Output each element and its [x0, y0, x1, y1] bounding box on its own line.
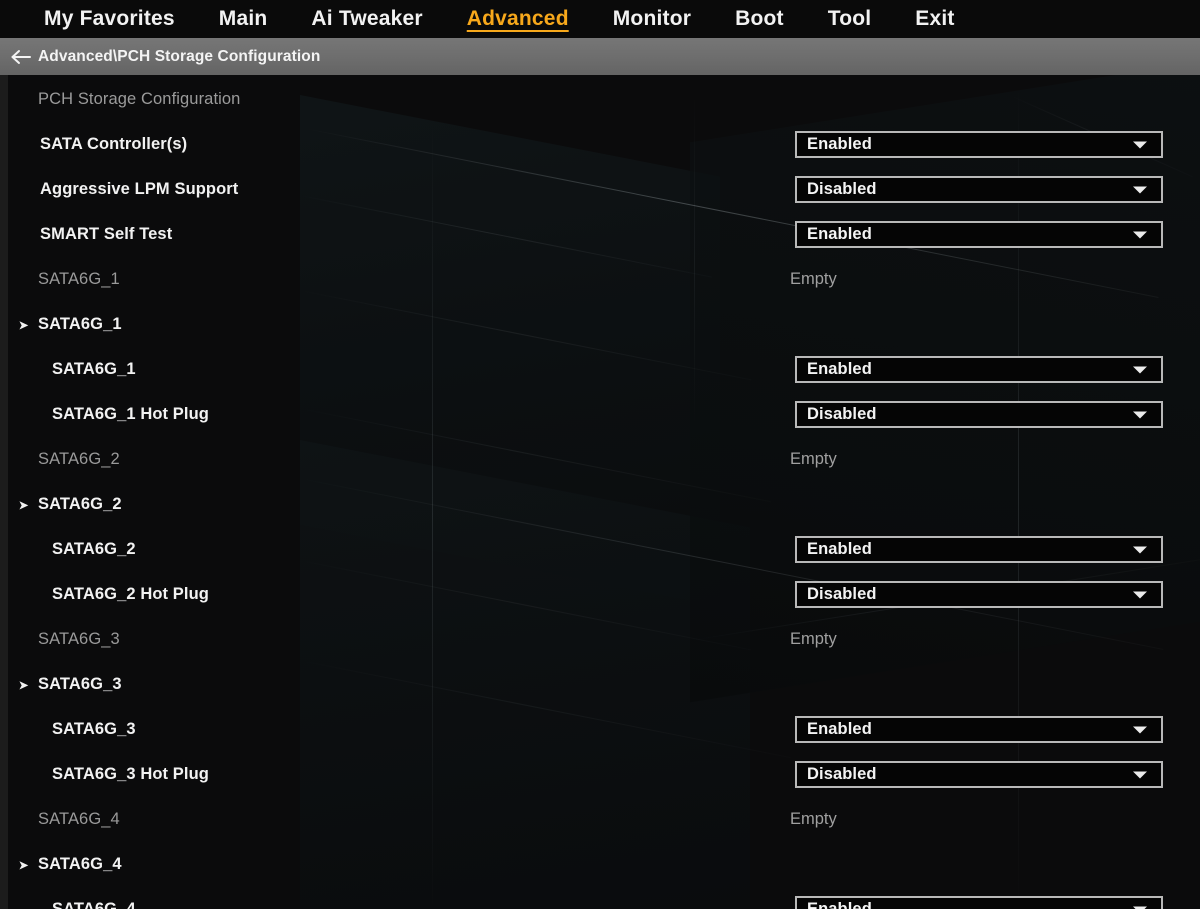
back-arrow-icon[interactable]: [4, 38, 38, 75]
setting-label: SATA6G_3: [38, 630, 120, 648]
setting-label: SATA6G_1: [38, 270, 120, 288]
setting-label: SATA6G_4: [38, 810, 120, 828]
setting-dropdown[interactable]: Enabled: [795, 716, 1163, 743]
chevron-down-icon: [1133, 771, 1147, 778]
setting-label: Aggressive LPM Support: [40, 180, 239, 198]
settings-row[interactable]: ➤ SATA6G_4: [0, 842, 1200, 887]
setting-label: SATA Controller(s): [40, 135, 188, 153]
breadcrumb: Advanced\PCH Storage Configuration: [0, 38, 1200, 75]
setting-dropdown[interactable]: Disabled: [795, 401, 1163, 428]
setting-dropdown[interactable]: Enabled: [795, 221, 1163, 248]
nav-tab-advanced[interactable]: Advanced: [445, 0, 591, 38]
settings-row[interactable]: SATA6G_1 Enabled: [0, 347, 1200, 392]
settings-row: SATA6G_1 Empty: [0, 257, 1200, 302]
settings-row[interactable]: SATA6G_2 Enabled: [0, 527, 1200, 572]
settings-row[interactable]: SATA Controller(s) Enabled: [0, 122, 1200, 167]
setting-dropdown[interactable]: Enabled: [795, 356, 1163, 383]
setting-dropdown[interactable]: Disabled: [795, 761, 1163, 788]
settings-row[interactable]: SATA6G_3 Enabled: [0, 707, 1200, 752]
chevron-down-icon: [1133, 231, 1147, 238]
setting-label: SATA6G_3: [52, 720, 136, 738]
dropdown-value: Disabled: [807, 765, 877, 783]
setting-dropdown[interactable]: Disabled: [795, 581, 1163, 608]
chevron-down-icon: [1133, 546, 1147, 553]
nav-tab-tool[interactable]: Tool: [806, 0, 894, 38]
settings-row: SATA6G_2 Empty: [0, 437, 1200, 482]
dropdown-value: Enabled: [807, 540, 872, 558]
setting-value-text: Empty: [790, 450, 837, 468]
setting-label: SATA6G_2: [38, 495, 122, 513]
chevron-down-icon: [1133, 366, 1147, 373]
setting-label: SATA6G_1: [52, 360, 136, 378]
setting-label: SATA6G_1 Hot Plug: [52, 405, 209, 423]
settings-row[interactable]: ➤ SATA6G_3: [0, 662, 1200, 707]
settings-row[interactable]: Aggressive LPM Support Disabled: [0, 167, 1200, 212]
submenu-arrow-icon: ➤: [18, 857, 29, 872]
nav-tab-exit[interactable]: Exit: [893, 0, 976, 38]
settings-row[interactable]: SATA6G_2 Hot Plug Disabled: [0, 572, 1200, 617]
settings-row[interactable]: SATA6G_3 Hot Plug Disabled: [0, 752, 1200, 797]
nav-tab-ai-tweaker[interactable]: Ai Tweaker: [289, 0, 444, 38]
nav-tab-my-favorites[interactable]: My Favorites: [22, 0, 197, 38]
dropdown-value: Enabled: [807, 225, 872, 243]
chevron-down-icon: [1133, 726, 1147, 733]
setting-label: SATA6G_2: [52, 540, 136, 558]
breadcrumb-path: Advanced\PCH Storage Configuration: [38, 47, 321, 65]
setting-value-text: Empty: [790, 630, 837, 648]
settings-row[interactable]: SMART Self Test Enabled: [0, 212, 1200, 257]
dropdown-value: Enabled: [807, 135, 872, 153]
chevron-down-icon: [1133, 141, 1147, 148]
setting-label: SATA6G_4: [52, 900, 136, 909]
submenu-arrow-icon: ➤: [18, 317, 29, 332]
setting-label: SATA6G_4: [38, 855, 122, 873]
settings-list: PCH Storage Configuration SATA Controller…: [0, 75, 1200, 909]
nav-tab-main[interactable]: Main: [197, 0, 290, 38]
setting-label: SATA6G_2: [38, 450, 120, 468]
main-nav-tabs: My Favorites Main Ai Tweaker Advanced Monito…: [0, 0, 1200, 38]
setting-value-text: Empty: [790, 270, 837, 288]
setting-label: SMART Self Test: [40, 225, 173, 243]
dropdown-value: Enabled: [807, 360, 872, 378]
setting-label: SATA6G_3 Hot Plug: [52, 765, 209, 783]
dropdown-value: Enabled: [807, 900, 872, 909]
setting-label: SATA6G_1: [38, 315, 122, 333]
chevron-down-icon: [1133, 411, 1147, 418]
chevron-down-icon: [1133, 591, 1147, 598]
settings-row: SATA6G_3 Empty: [0, 617, 1200, 662]
dropdown-value: Disabled: [807, 585, 877, 603]
settings-row[interactable]: ➤ SATA6G_1: [0, 302, 1200, 347]
setting-label: SATA6G_2 Hot Plug: [52, 585, 209, 603]
settings-row[interactable]: SATA6G_1 Hot Plug Disabled: [0, 392, 1200, 437]
settings-row[interactable]: ➤ SATA6G_2: [0, 482, 1200, 527]
chevron-down-icon: [1133, 186, 1147, 193]
setting-value-text: Empty: [790, 810, 837, 828]
bios-screen: My Favorites Main Ai Tweaker Advanced Monito…: [0, 0, 1200, 909]
nav-tab-boot[interactable]: Boot: [713, 0, 806, 38]
dropdown-value: Disabled: [807, 180, 877, 198]
settings-row[interactable]: SATA6G_4 Enabled: [0, 887, 1200, 909]
setting-dropdown[interactable]: Enabled: [795, 536, 1163, 563]
settings-row: PCH Storage Configuration: [0, 77, 1200, 122]
dropdown-value: Disabled: [807, 405, 877, 423]
setting-label: PCH Storage Configuration: [38, 90, 241, 108]
submenu-arrow-icon: ➤: [18, 497, 29, 512]
dropdown-value: Enabled: [807, 720, 872, 738]
submenu-arrow-icon: ➤: [18, 677, 29, 692]
settings-row: SATA6G_4 Empty: [0, 797, 1200, 842]
nav-tab-monitor[interactable]: Monitor: [591, 0, 713, 38]
setting-label: SATA6G_3: [38, 675, 122, 693]
setting-dropdown[interactable]: Enabled: [795, 896, 1163, 909]
setting-dropdown[interactable]: Enabled: [795, 131, 1163, 158]
setting-dropdown[interactable]: Disabled: [795, 176, 1163, 203]
